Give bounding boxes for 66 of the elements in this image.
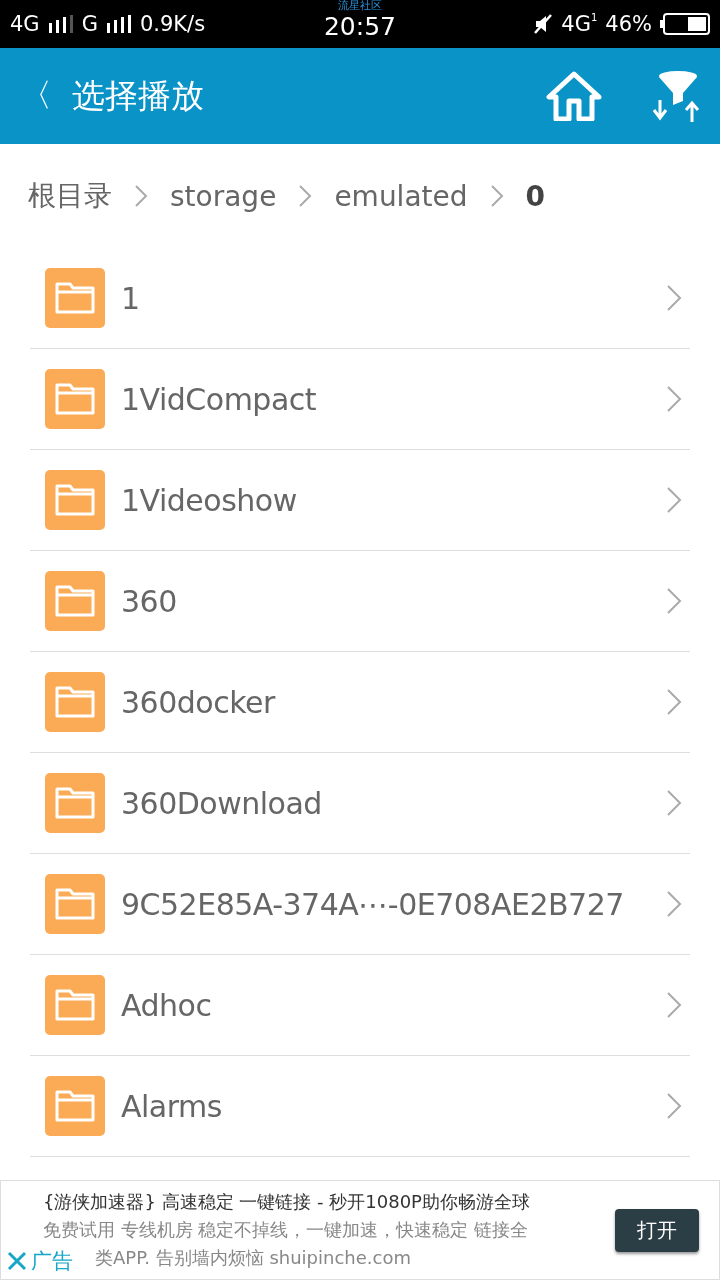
folder-icon bbox=[45, 1076, 105, 1136]
chevron-icon bbox=[666, 587, 682, 615]
chevron-icon bbox=[666, 284, 682, 312]
network-type: 4G bbox=[561, 12, 591, 36]
home-icon[interactable] bbox=[546, 71, 602, 121]
signal-icon bbox=[105, 15, 132, 33]
carrier-label: 流星社区 bbox=[338, 0, 382, 12]
page-title: 选择播放 bbox=[72, 74, 205, 117]
folder-icon bbox=[45, 773, 105, 833]
chevron-icon bbox=[489, 184, 504, 208]
chevron-icon bbox=[298, 184, 313, 208]
folder-row[interactable]: 1Videoshow bbox=[30, 450, 690, 551]
folder-row[interactable]: 360Download bbox=[30, 753, 690, 854]
folder-name: 360 bbox=[121, 583, 178, 619]
folder-icon bbox=[45, 874, 105, 934]
chevron-icon bbox=[666, 385, 682, 413]
folder-name: 360Download bbox=[121, 785, 323, 821]
chevron-icon bbox=[666, 486, 682, 514]
folder-icon bbox=[45, 975, 105, 1035]
folder-name: 360docker bbox=[121, 684, 277, 720]
back-button[interactable]: 〈 bbox=[20, 74, 52, 118]
ad-description: 免费试用 专线机房 稳定不掉线，一键加速，快速稳定 链接全 bbox=[43, 1218, 530, 1242]
folder-name: Adhoc bbox=[121, 987, 213, 1023]
folder-icon bbox=[45, 571, 105, 631]
folder-icon bbox=[45, 672, 105, 732]
chevron-icon bbox=[666, 890, 682, 918]
chevron-icon bbox=[666, 688, 682, 716]
folder-row[interactable]: 1 bbox=[30, 248, 690, 349]
ad-banner[interactable]: {游侠加速器} 高速稳定 一键链接 - 秒开1080P助你畅游全球 免费试用 专线机房 稳定不掉线，一键加速，快速稳定 链接全 类APP. 告别墙内烦恼 shuipinche.com 打开 广告 bbox=[0, 1180, 720, 1280]
clock: 20:57 bbox=[323, 12, 396, 42]
sim-number: 1 bbox=[590, 12, 598, 23]
folder-name: 1Videoshow bbox=[121, 482, 298, 518]
signal-icon bbox=[47, 15, 74, 33]
folder-row[interactable]: 1VidCompact bbox=[30, 349, 690, 450]
battery-icon bbox=[660, 13, 710, 35]
chevron-icon bbox=[666, 789, 682, 817]
network-speed: 0.9K/s bbox=[139, 12, 206, 36]
folder-icon bbox=[45, 470, 105, 530]
folder-name: Alarms bbox=[121, 1088, 223, 1124]
breadcrumb-item[interactable]: 根目录 bbox=[28, 177, 112, 215]
ad-description: 类APP. 告别墙内烦恼 shuipinche.com bbox=[95, 1246, 411, 1270]
close-icon[interactable] bbox=[7, 1251, 27, 1271]
folder-row[interactable]: 360docker bbox=[30, 652, 690, 753]
chevron-icon bbox=[666, 1092, 682, 1120]
chevron-icon bbox=[666, 991, 682, 1019]
mute-icon bbox=[533, 14, 554, 34]
folder-name: 1VidCompact bbox=[121, 381, 318, 417]
filter-sort-icon[interactable] bbox=[652, 70, 700, 122]
folder-row[interactable]: 360 bbox=[30, 551, 690, 652]
folder-row[interactable]: Adhoc bbox=[30, 955, 690, 1056]
breadcrumb-item[interactable]: emulated bbox=[334, 179, 468, 213]
ad-label: 广告 bbox=[31, 1248, 73, 1275]
folder-row[interactable]: Alarms bbox=[30, 1056, 690, 1157]
folder-row[interactable]: 9C52E85A-374A⋯-0E708AE2B727 bbox=[30, 854, 690, 955]
breadcrumb-item[interactable]: storage bbox=[170, 179, 277, 213]
folder-icon bbox=[45, 268, 105, 328]
folder-name: 9C52E85A-374A⋯-0E708AE2B727 bbox=[121, 886, 625, 922]
battery-percent: 46% bbox=[605, 12, 652, 36]
chevron-icon bbox=[134, 184, 148, 208]
network-type: G bbox=[81, 12, 98, 36]
open-button[interactable]: 打开 bbox=[615, 1208, 699, 1252]
network-type: 4G bbox=[10, 12, 40, 36]
ad-title: {游侠加速器} 高速稳定 一键链接 - 秒开1080P助你畅游全球 bbox=[43, 1190, 531, 1214]
folder-name: 1 bbox=[121, 280, 141, 316]
folder-icon bbox=[45, 369, 105, 429]
breadcrumb-item[interactable]: 0 bbox=[525, 179, 546, 213]
